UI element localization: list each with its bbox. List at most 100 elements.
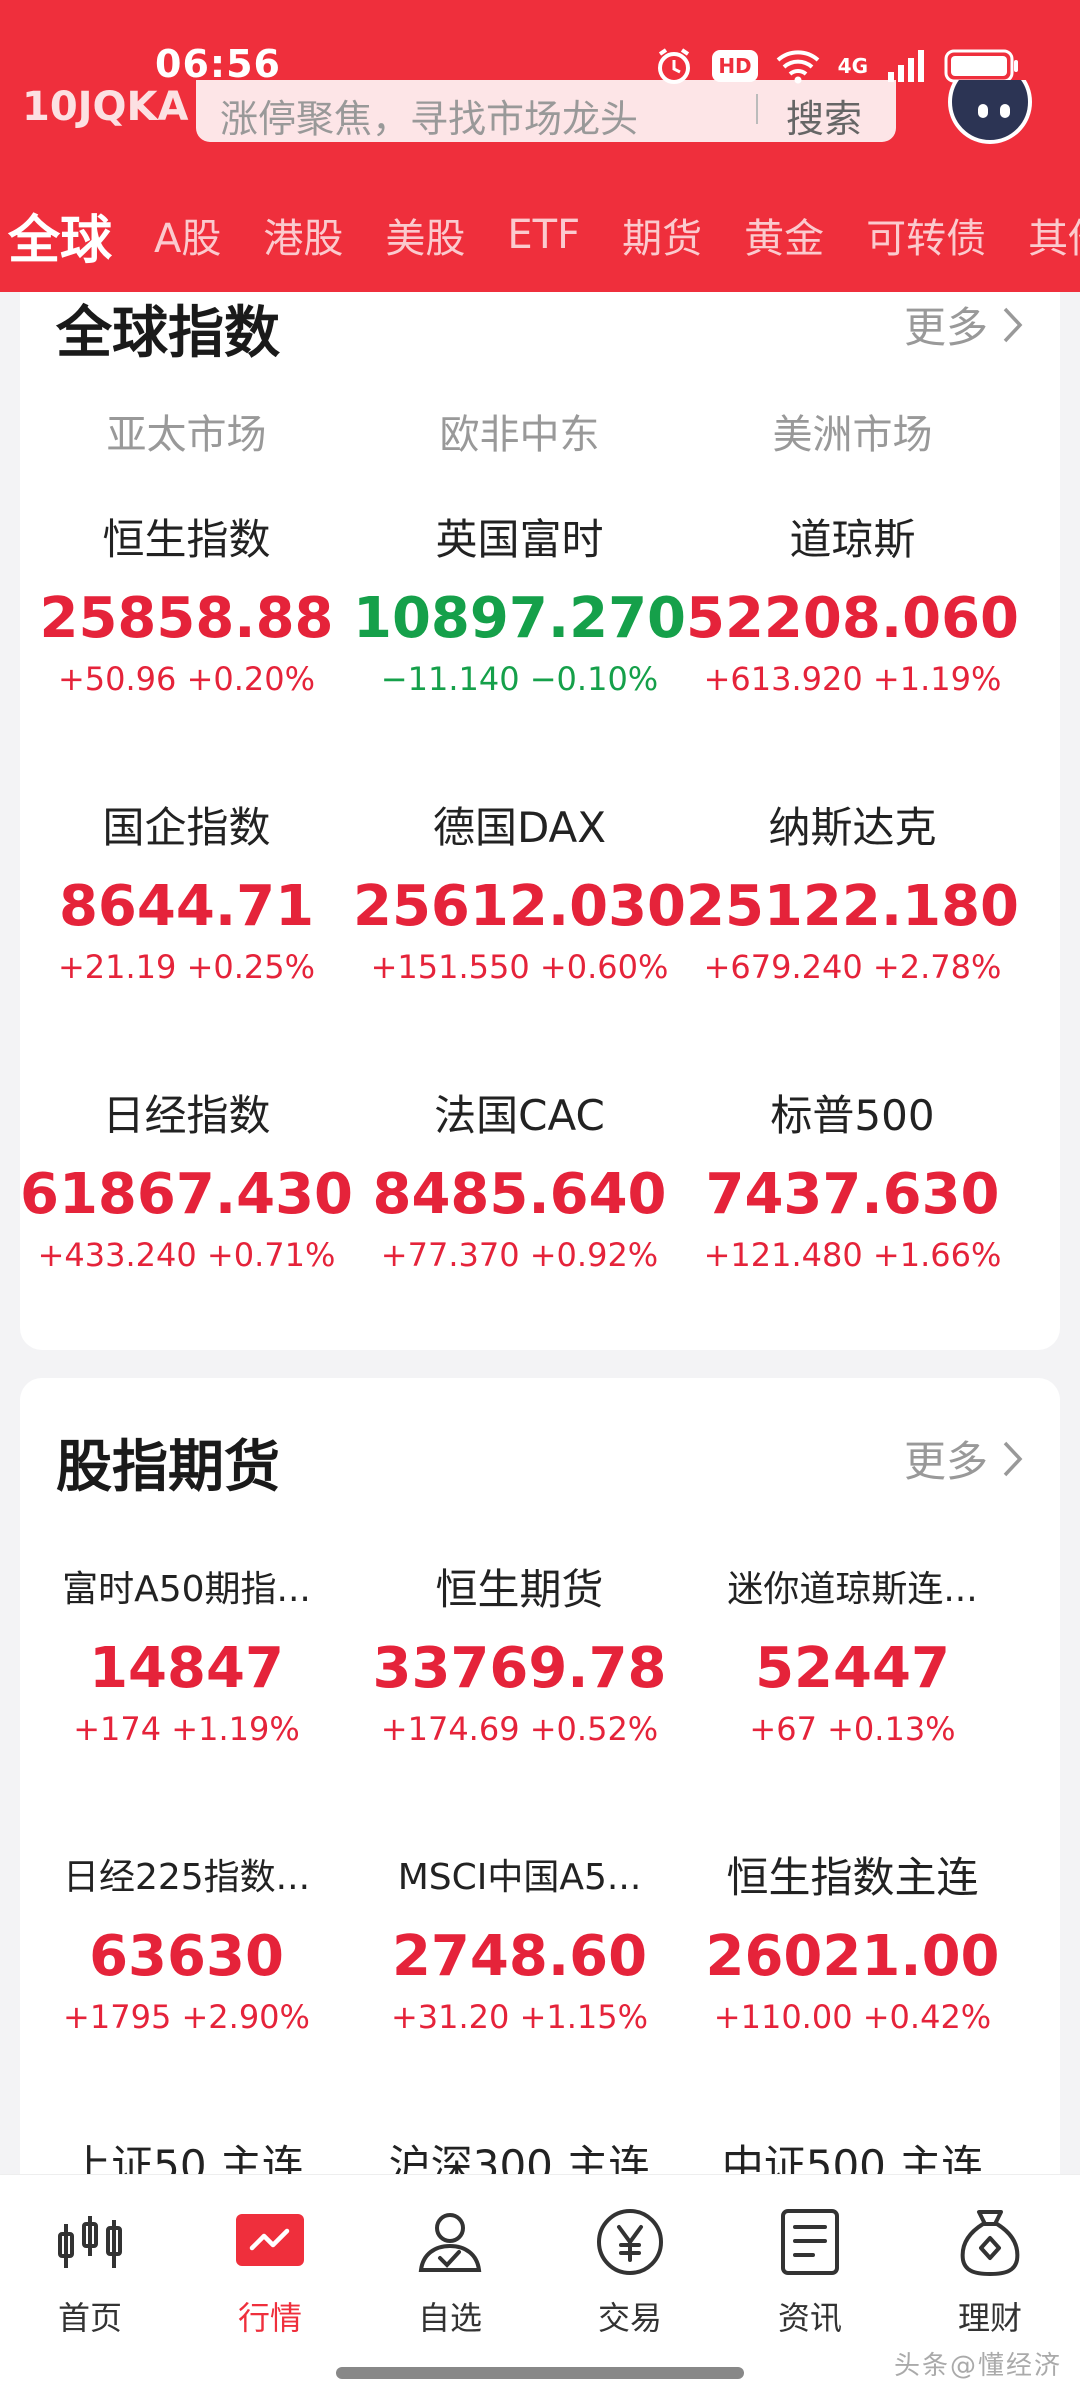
index-cell[interactable]: 道琼斯 52208.060 +613.920 +1.19% [686, 512, 1019, 800]
money-bag-icon [953, 2205, 1027, 2279]
app-logo[interactable]: 10JQKA [22, 84, 189, 130]
index-grid: 恒生指数 25858.88 +50.96 +0.20% 英国富时 10897.2… [20, 512, 1060, 1376]
index-name: 国企指数 [102, 803, 271, 852]
index-cell[interactable]: 日经指数 61867.430 +433.240 +0.71% [20, 1088, 353, 1376]
index-change: +679.240 +2.78% [703, 948, 1002, 986]
nav-trade[interactable]: 交易 [540, 2175, 720, 2339]
search-input[interactable]: 涨停聚焦，寻找市场龙头 [220, 88, 638, 143]
futures-value: 33769.78 [372, 1636, 667, 1701]
more-label: 更多 [903, 303, 988, 352]
futures-change: +174 +1.19% [73, 1710, 300, 1748]
nav-label: 交易 [597, 2299, 662, 2337]
index-cell[interactable]: 法国CAC 8485.640 +77.370 +0.92% [353, 1088, 686, 1376]
robot-avatar[interactable] [948, 80, 1032, 144]
search-row: 10JQKA 涨停聚焦，寻找市场龙头 搜索 [0, 80, 1080, 150]
futures-name: MSCI中国A5... [397, 1857, 642, 1898]
tab-global[interactable]: 全球 [8, 198, 112, 273]
nav-wealth[interactable]: 理财 [900, 2175, 1080, 2339]
network-type-label: 4G [837, 54, 868, 78]
home-indicator[interactable] [336, 2367, 744, 2379]
avatar-eye-left [978, 104, 988, 118]
trend-chart-icon [233, 2205, 307, 2279]
futures-cell[interactable]: 富时A50期指... 14847 +174 +1.19% [20, 1562, 353, 1850]
index-name: 日经指数 [102, 1091, 271, 1140]
tab-gold[interactable]: 黄金 [744, 206, 824, 264]
battery-icon [944, 49, 1018, 83]
region-asia-pacific[interactable]: 亚太市场 [20, 402, 353, 460]
futures-change: +110.00 +0.42% [713, 1998, 992, 2036]
avatar-eye-right [1000, 104, 1010, 118]
index-value: 7437.630 [705, 1162, 1000, 1227]
futures-value: 52447 [755, 1636, 950, 1701]
candlestick-icon [53, 2205, 127, 2279]
futures-name: 富时A50期指... [62, 1569, 311, 1610]
index-cell[interactable]: 德国DAX 25612.030 +151.550 +0.60% [353, 800, 686, 1088]
nav-label: 首页 [57, 2299, 122, 2337]
index-cell[interactable]: 国企指数 8644.71 +21.19 +0.25% [20, 800, 353, 1088]
nav-label: 资讯 [777, 2299, 842, 2337]
index-name: 标普500 [770, 1091, 935, 1140]
tab-us-stocks[interactable]: 美股 [385, 206, 465, 264]
index-change: +433.240 +0.71% [37, 1236, 336, 1274]
futures-value: 2748.60 [391, 1924, 648, 1989]
futures-name: 恒生期货 [435, 1565, 604, 1614]
index-cell[interactable]: 标普500 7437.630 +121.480 +1.66% [686, 1088, 1019, 1376]
index-cell[interactable]: 恒生指数 25858.88 +50.96 +0.20% [20, 512, 353, 800]
more-label: 更多 [903, 1437, 988, 1486]
region-americas[interactable]: 美洲市场 [686, 402, 1019, 460]
nav-label: 理财 [957, 2299, 1022, 2337]
futures-cell[interactable]: 恒生期货 33769.78 +174.69 +0.52% [353, 1562, 686, 1850]
futures-change: +174.69 +0.52% [380, 1710, 659, 1748]
chevron-right-icon [1003, 1441, 1023, 1476]
index-cell[interactable]: 英国富时 10897.270 −11.140 −0.10% [353, 512, 686, 800]
index-value: 52208.060 [686, 586, 1019, 651]
tab-futures[interactable]: 期货 [622, 206, 702, 264]
index-value: 25122.180 [686, 874, 1019, 939]
index-futures-card: 股指期货 更多 富时A50期指... 14847 +174 +1.19% 恒生期… [20, 1378, 1060, 2278]
search-divider [756, 94, 758, 124]
futures-value: 14847 [89, 1636, 284, 1701]
futures-value: 26021.00 [705, 1924, 1000, 1989]
index-name: 法国CAC [434, 1091, 605, 1140]
index-value: 25858.88 [39, 586, 334, 651]
tab-other[interactable]: 其他 [1028, 206, 1080, 264]
nav-home[interactable]: 首页 [0, 2175, 180, 2339]
tab-etf[interactable]: ETF [507, 212, 580, 258]
more-link[interactable]: 更多 [904, 1428, 1024, 1489]
index-change: +121.480 +1.66% [703, 1236, 1002, 1274]
tab-hk-stocks[interactable]: 港股 [263, 206, 343, 264]
index-cell[interactable]: 纳斯达克 25122.180 +679.240 +2.78% [686, 800, 1019, 1088]
nav-news[interactable]: 资讯 [720, 2175, 900, 2339]
index-name: 德国DAX [432, 803, 607, 852]
futures-change: +31.20 +1.15% [390, 1998, 649, 2036]
more-link[interactable]: 更多 [904, 294, 1024, 355]
region-europe-africa-middle-east[interactable]: 欧非中东 [353, 402, 686, 460]
index-value: 61867.430 [20, 1162, 353, 1227]
tab-a-shares[interactable]: A股 [154, 206, 221, 264]
search-box[interactable]: 涨停聚焦，寻找市场龙头 搜索 [196, 80, 896, 142]
nav-label: 行情 [237, 2299, 302, 2337]
tab-convertible-bonds[interactable]: 可转债 [866, 206, 986, 264]
index-change: +50.96 +0.20% [57, 660, 316, 698]
futures-cell[interactable]: 迷你道琼斯连... 52447 +67 +0.13% [686, 1562, 1019, 1850]
futures-name: 恒生指数主连 [726, 1853, 979, 1902]
hd-badge: HD [712, 50, 758, 82]
nav-label: 自选 [417, 2299, 482, 2337]
region-headers: 亚太市场 欧非中东 美洲市场 [20, 402, 1060, 460]
top-header: 06:56 HD 4G 10JQKA 涨停聚焦，寻找市场龙头 搜索 全球 A股 … [0, 0, 1080, 292]
index-name: 英国富时 [435, 515, 604, 564]
signal-icon [888, 50, 924, 82]
index-change: +151.550 +0.60% [370, 948, 669, 986]
section-title: 全球指数 [56, 301, 280, 366]
nav-watchlist[interactable]: 自选 [360, 2175, 540, 2339]
futures-cell[interactable]: MSCI中国A5... 2748.60 +31.20 +1.15% [353, 1850, 686, 2138]
futures-cell[interactable]: 日经225指数... 63630 +1795 +2.90% [20, 1850, 353, 2138]
market-tabs: 全球 A股 港股 美股 ETF 期货 黄金 可转债 其他 [0, 195, 1080, 275]
futures-cell[interactable]: 恒生指数主连 26021.00 +110.00 +0.42% [686, 1850, 1019, 2138]
futures-value: 63630 [89, 1924, 284, 1989]
chevron-right-icon [1003, 307, 1023, 342]
status-bar: 06:56 HD 4G [0, 0, 1080, 92]
section-title: 股指期货 [56, 1435, 280, 1500]
nav-market[interactable]: 行情 [180, 2175, 360, 2339]
search-button[interactable]: 搜索 [786, 88, 862, 143]
